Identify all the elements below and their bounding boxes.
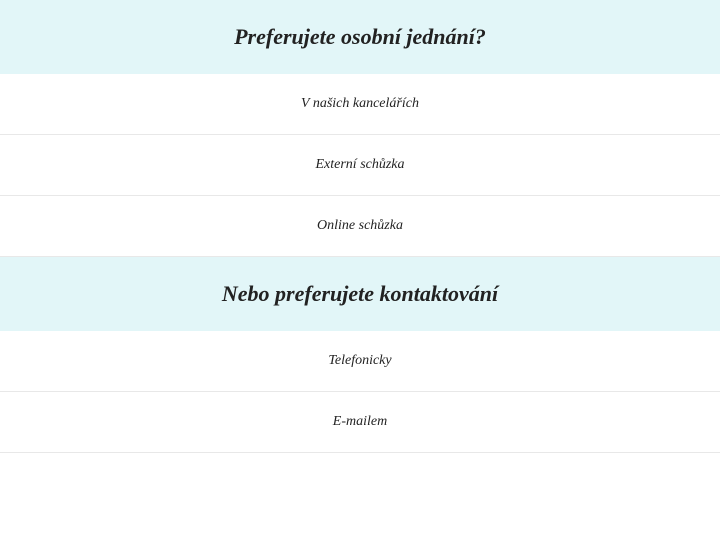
- section-heading-meeting: Preferujete osobní jednání?: [0, 0, 720, 74]
- option-label: Online schůzka: [317, 218, 403, 233]
- option-online-meeting[interactable]: Online schůzka: [0, 196, 720, 257]
- option-email[interactable]: E-mailem: [0, 392, 720, 453]
- heading-text: Nebo preferujete kontaktování: [222, 281, 498, 306]
- option-external-meeting[interactable]: Externí schůzka: [0, 135, 720, 196]
- option-label: Externí schůzka: [315, 157, 404, 172]
- option-label: E-mailem: [333, 414, 387, 429]
- option-label: V našich kancelářích: [301, 96, 419, 111]
- contact-preference-form: Preferujete osobní jednání? V našich kan…: [0, 0, 720, 453]
- option-in-office[interactable]: V našich kancelářích: [0, 74, 720, 135]
- heading-text: Preferujete osobní jednání?: [234, 24, 486, 49]
- section-heading-contact: Nebo preferujete kontaktování: [0, 257, 720, 331]
- option-phone[interactable]: Telefonicky: [0, 331, 720, 392]
- option-label: Telefonicky: [328, 353, 391, 368]
